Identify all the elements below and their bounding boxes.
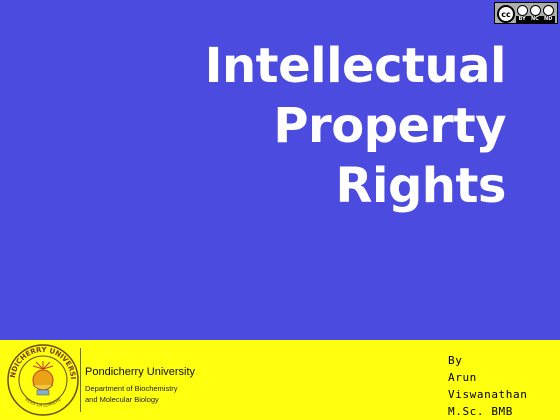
cc-icon: cc bbox=[497, 5, 515, 23]
title-line-3: Rights bbox=[335, 158, 507, 214]
author-last-name: Viswanathan bbox=[448, 388, 528, 401]
university-name: Pondicherry University bbox=[85, 366, 196, 378]
cc-terms: BY NC ND bbox=[516, 4, 555, 23]
cc-badge-text: cc bbox=[501, 9, 511, 19]
cc-term-nd: ND bbox=[544, 16, 553, 22]
author-by: By bbox=[448, 354, 463, 367]
cc-term-icons bbox=[516, 4, 555, 16]
author-first-name: Arun bbox=[448, 371, 477, 384]
slide: cc BY NC ND Intellectual Property Rights bbox=[0, 0, 560, 420]
slide-title: Intellectual Property Rights bbox=[204, 36, 507, 216]
non-commercial-icon bbox=[530, 4, 541, 16]
department-line-2: and Molecular Biology bbox=[85, 395, 159, 404]
department-line-1: Department of Biochemistry bbox=[85, 384, 178, 393]
university-seal-logo: PONDICHERRY UNIVERSITY VERS LA LUMIERE bbox=[6, 343, 79, 416]
author-credit: By Arun Viswanathan M.Sc. BMB bbox=[448, 352, 527, 420]
no-derivatives-icon bbox=[543, 4, 554, 16]
title-line-2: Property bbox=[273, 98, 506, 154]
creative-commons-license-badge: cc BY NC ND bbox=[494, 2, 558, 24]
attribution-icon bbox=[517, 4, 528, 16]
cc-term-by: BY bbox=[518, 16, 526, 22]
department-name: Department of Biochemistry and Molecular… bbox=[85, 383, 178, 405]
cc-term-labels: BY NC ND bbox=[516, 16, 555, 23]
author-degree: M.Sc. BMB bbox=[448, 405, 514, 418]
title-line-1: Intellectual bbox=[204, 38, 507, 94]
cc-term-nc: NC bbox=[530, 16, 539, 22]
logo-divider bbox=[80, 348, 81, 412]
svg-text:VERS LA LUMIERE: VERS LA LUMIERE bbox=[23, 396, 62, 408]
